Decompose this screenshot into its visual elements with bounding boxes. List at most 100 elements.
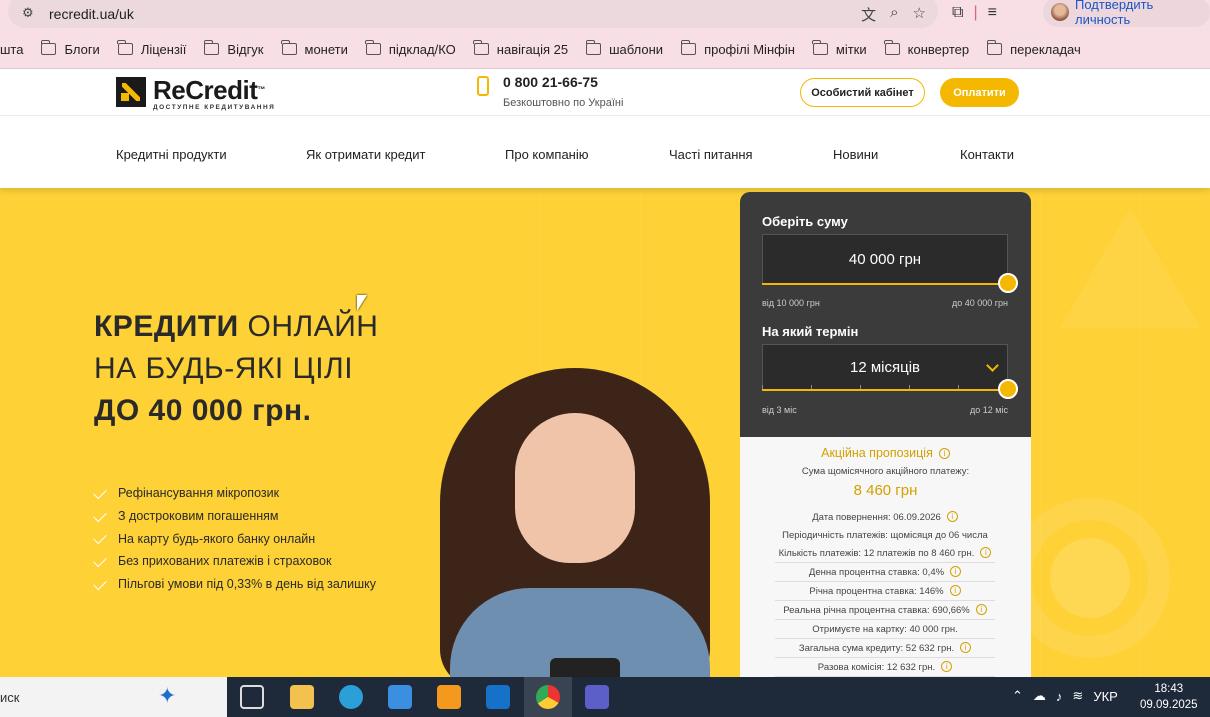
- amount-display[interactable]: 40 000 грн: [762, 234, 1008, 284]
- wifi-icon[interactable]: ≋: [1072, 688, 1083, 704]
- folder-icon: [585, 40, 602, 55]
- bookmark-item[interactable]: навігація 25: [473, 40, 568, 57]
- chevron-up-icon[interactable]: ⌃: [1012, 688, 1023, 704]
- bookmark-item[interactable]: перекладач: [986, 40, 1081, 57]
- profile-button[interactable]: Подтвердить личность: [1043, 0, 1210, 27]
- list-item: Пільгові умови під 0,33% в день від зали…: [93, 573, 376, 596]
- windows-taskbar: иск ✦ ⌃ ☁ ♪ ≋ УКР 18:43 09.09.2025: [0, 677, 1210, 717]
- nav-item-contacts[interactable]: Контакти: [960, 147, 1014, 162]
- info-icon[interactable]: i: [975, 604, 987, 615]
- list-item: Рефінансування мікропозик: [93, 482, 376, 505]
- bookmark-item[interactable]: профілі Мінфін: [680, 40, 795, 57]
- amount-min: від 10 000 грн: [762, 298, 820, 308]
- app-icon[interactable]: [437, 685, 461, 709]
- file-explorer-icon[interactable]: [290, 685, 314, 709]
- nav-item-how-to-get[interactable]: Як отримати кредит: [306, 147, 425, 162]
- list-item: Без прихованих платежів і страховок: [93, 550, 376, 573]
- folder-icon: [986, 40, 1003, 55]
- detail-row: Загальна сума кредиту: 52 632 грн. i: [775, 639, 995, 658]
- bookmark-item[interactable]: шта: [0, 42, 23, 57]
- detail-row: Отримуєте на картку: 40 000 грн.: [775, 620, 995, 639]
- decor-triangle: [1060, 208, 1200, 328]
- folder-icon: [473, 40, 489, 55]
- clock-time: 18:43: [1154, 683, 1184, 695]
- chrome-icon[interactable]: [536, 685, 560, 709]
- bookmark-item[interactable]: підклад/КО: [365, 40, 456, 57]
- info-icon[interactable]: i: [950, 566, 962, 577]
- folder-icon: [117, 40, 133, 55]
- site-logo[interactable]: ReCredit™ ДОСТУПНЕ КРЕДИТУВАННЯ: [116, 77, 275, 111]
- check-icon: [93, 576, 107, 590]
- hero-title: КРЕДИТИ ОНЛАЙН НА БУДЬ-ЯКІ ЦІЛІ ДО 40 00…: [94, 306, 378, 432]
- hero-line1-bold: КРЕДИТИ: [94, 310, 239, 343]
- teams-icon[interactable]: [585, 685, 609, 709]
- smartphone-icon: [550, 658, 620, 677]
- pay-button[interactable]: Оплатити: [940, 78, 1019, 107]
- volume-icon[interactable]: ♪: [1056, 689, 1063, 704]
- store-icon[interactable]: [388, 685, 412, 709]
- edge-icon[interactable]: [339, 685, 363, 709]
- term-max: до 12 міс: [970, 405, 1008, 415]
- bookmark-star-icon[interactable]: ☆: [913, 4, 926, 25]
- bookmark-item[interactable]: Блоги: [40, 40, 100, 57]
- feature-list: Рефінансування мікропозик З достроковим …: [93, 482, 376, 596]
- logo-tagline: ДОСТУПНЕ КРЕДИТУВАННЯ: [153, 104, 276, 111]
- extensions-icon[interactable]: ⧉: [952, 4, 963, 22]
- info-icon[interactable]: i: [980, 547, 992, 558]
- address-bar[interactable]: ⚙ recredit.ua/uk 文 ⌕ ☆: [8, 0, 938, 28]
- info-icon[interactable]: i: [960, 642, 972, 653]
- amount-max: до 40 000 грн: [951, 298, 1008, 308]
- check-icon: [93, 485, 107, 500]
- site-settings-icon[interactable]: ⚙: [22, 5, 34, 21]
- bookmark-item[interactable]: мітки: [812, 40, 867, 57]
- bookmark-item[interactable]: конвертер: [884, 40, 969, 57]
- info-icon[interactable]: i: [946, 511, 958, 522]
- detail-row: Денна процентна ставка: 0,4% i: [775, 563, 995, 582]
- taskbar-clock[interactable]: 18:43 09.09.2025: [1140, 681, 1198, 713]
- bookmark-item[interactable]: Ліцензії: [117, 40, 186, 57]
- folder-icon: [812, 40, 828, 55]
- url-text[interactable]: recredit.ua/uk: [49, 6, 134, 22]
- nav-item-news[interactable]: Новини: [833, 147, 878, 162]
- info-icon[interactable]: i: [941, 661, 953, 672]
- copilot-sparkle-icon[interactable]: ✦: [158, 683, 176, 709]
- task-view-icon[interactable]: [240, 685, 264, 709]
- avatar: [1051, 3, 1069, 21]
- list-item: З достроковим погашенням: [93, 505, 376, 528]
- search-text: иск: [0, 690, 20, 705]
- phone-number[interactable]: 0 800 21-66-75: [503, 74, 598, 90]
- divider-icon: |: [973, 4, 978, 21]
- cloud-icon[interactable]: ☁: [1033, 688, 1046, 704]
- cabinet-button[interactable]: Особистий кабінет: [800, 78, 925, 107]
- nav-item-about[interactable]: Про компанію: [505, 147, 589, 162]
- nav-item-faq[interactable]: Часті питання: [669, 147, 753, 162]
- info-icon[interactable]: i: [949, 585, 961, 596]
- phone-icon: [477, 76, 489, 96]
- taskbar-search[interactable]: иск ✦: [0, 677, 227, 717]
- logo-tm: ™: [257, 85, 265, 94]
- nav-item-products[interactable]: Кредитні продукти: [116, 147, 227, 162]
- hero-line3: ДО 40 000 грн.: [94, 394, 312, 427]
- bookmark-item[interactable]: монети: [281, 40, 348, 57]
- bookmark-item[interactable]: Відгук: [203, 40, 264, 57]
- decor-circle: [1050, 538, 1130, 618]
- outlook-icon[interactable]: [486, 685, 510, 709]
- amount-slider-track[interactable]: [762, 283, 1008, 285]
- detail-row: Кількість платежів: 12 платежів по 8 460…: [775, 544, 995, 563]
- profile-label: Подтвердить личность: [1075, 0, 1154, 27]
- check-icon: [93, 508, 107, 522]
- zoom-icon[interactable]: ⌕: [890, 4, 898, 25]
- term-slider-handle[interactable]: [998, 379, 1018, 399]
- media-icon[interactable]: ≡: [988, 4, 997, 22]
- term-select[interactable]: 12 місяців: [762, 344, 1008, 390]
- info-icon[interactable]: i: [938, 448, 950, 459]
- system-tray: ⌃ ☁ ♪ ≋ УКР: [1012, 688, 1118, 704]
- bookmarks-bar: шта Блоги Ліцензії Відгук монети підклад…: [0, 30, 1210, 69]
- list-item: На карту будь-якого банку онлайн: [93, 527, 376, 550]
- bookmark-item[interactable]: шаблони: [585, 40, 663, 57]
- translate-icon[interactable]: 文: [861, 4, 876, 25]
- amount-slider-handle[interactable]: [998, 273, 1018, 293]
- check-icon: [93, 553, 107, 568]
- term-slider-track[interactable]: [762, 389, 1008, 391]
- language-indicator[interactable]: УКР: [1093, 689, 1118, 704]
